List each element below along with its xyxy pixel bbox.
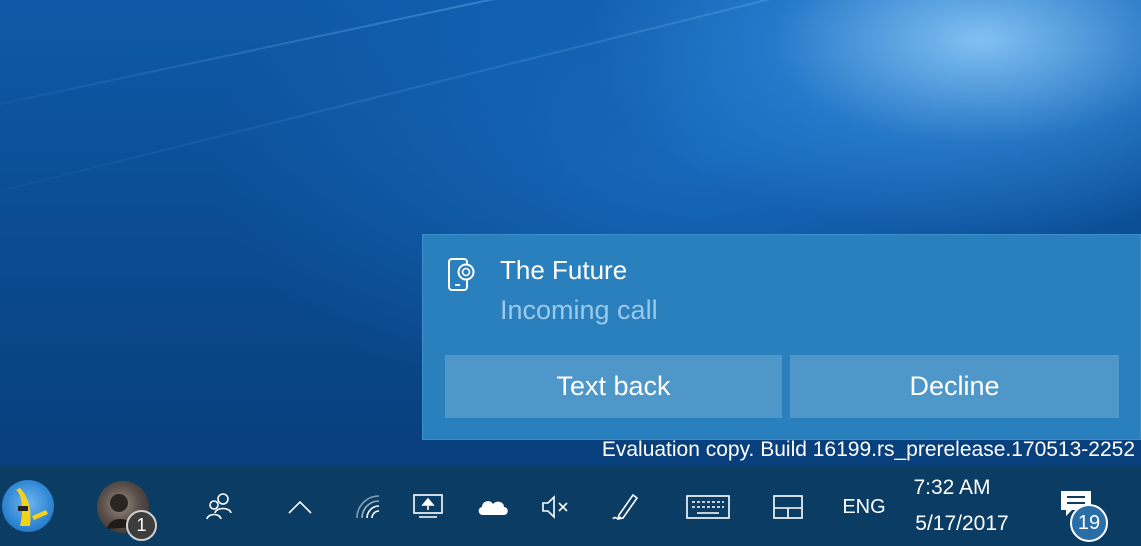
clock-time[interactable]: 7:32 AM (900, 476, 1004, 500)
call-status: Incoming call (500, 295, 658, 325)
network-button[interactable] (350, 490, 386, 524)
chevron-up-icon (288, 500, 312, 514)
keyboard-icon (686, 495, 730, 519)
notification-count-badge: 19 (1070, 504, 1108, 542)
tablet-icon (773, 495, 803, 519)
decline-button[interactable]: Decline (790, 355, 1119, 418)
incoming-call-notification[interactable]: The Future Incoming call Text back Decli… (422, 234, 1141, 440)
text-back-button[interactable]: Text back (445, 355, 782, 418)
volume-button[interactable] (535, 490, 575, 524)
onedrive-cloud-icon (478, 501, 508, 515)
show-hidden-icons-button[interactable] (282, 490, 318, 524)
windows-ink-button[interactable] (606, 488, 646, 524)
project-display-button[interactable] (408, 488, 448, 524)
display-project-icon (413, 494, 443, 518)
touch-keyboard-button[interactable] (683, 490, 733, 524)
tablet-mode-button[interactable] (768, 490, 808, 524)
people-badge: 1 (126, 510, 157, 541)
contact-avatar[interactable] (2, 480, 54, 532)
volume-muted-icon (542, 495, 568, 519)
taskbar: 1 ENG 7:32 AM 5/17/2017 19 (0, 466, 1141, 546)
phone-call-icon (448, 258, 475, 291)
wallpaper-light-beam (0, 0, 1141, 122)
clock-date[interactable]: 5/17/2017 (900, 512, 1024, 536)
people-button[interactable] (200, 488, 240, 524)
wifi-icon (356, 495, 380, 519)
banana-avatar-icon (16, 488, 48, 526)
pen-ink-icon (612, 493, 639, 521)
people-icon (206, 493, 232, 520)
input-language-indicator[interactable]: ENG (836, 492, 892, 522)
evaluation-watermark: Evaluation copy. Build 16199.rs_prerelea… (601, 438, 1135, 461)
wallpaper-light-beam (0, 0, 1141, 212)
caller-name: The Future (500, 255, 628, 285)
onedrive-button[interactable] (472, 490, 514, 524)
